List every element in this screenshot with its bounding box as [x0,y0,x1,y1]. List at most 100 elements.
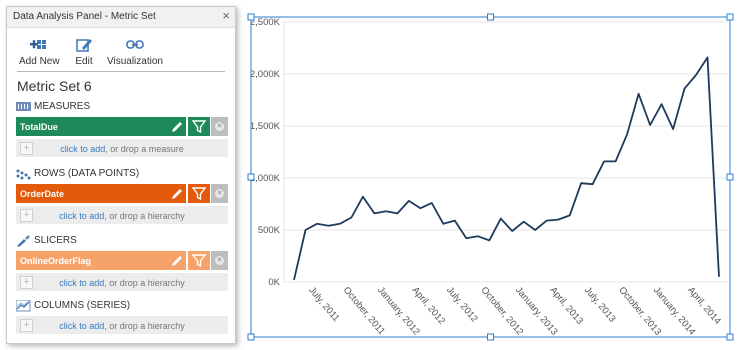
edit-icon [76,39,92,52]
data-point[interactable] [579,181,583,185]
data-point[interactable] [637,92,641,96]
pencil-icon[interactable] [170,187,184,201]
click-to-add-link[interactable]: click to add [59,321,104,331]
data-point[interactable] [568,213,572,217]
data-point[interactable] [660,102,664,106]
remove-chip-button[interactable]: ✕ [211,184,228,203]
row-chip-body[interactable]: OrderDate [16,184,186,203]
click-to-add-link[interactable]: click to add [59,278,104,288]
measures-section: MEASURES TotalDue ✕ + click to add, or d… [16,100,228,157]
data-point[interactable] [694,73,698,77]
drop-hint: , or drop a hierarchy [104,211,185,221]
resize-handle[interactable] [247,13,255,21]
edit-label: Edit [75,56,93,67]
filter-icon[interactable] [188,184,210,203]
data-point[interactable] [510,229,514,233]
click-to-add-link[interactable]: click to add [60,144,105,154]
measure-chip-totaldue[interactable]: TotalDue ✕ [16,117,228,136]
close-icon[interactable]: × [222,9,230,23]
data-point[interactable] [407,199,411,203]
resize-handle[interactable] [487,333,494,341]
data-point[interactable] [487,238,491,242]
data-point[interactable] [706,55,710,59]
click-to-add-link[interactable]: click to add [59,211,104,221]
remove-chip-button[interactable]: ✕ [211,251,228,270]
data-point[interactable] [499,217,503,221]
data-point[interactable] [522,220,526,224]
columns-heading: COLUMNS (SERIES) [16,299,228,313]
row-chip-orderdate[interactable]: OrderDate ✕ [16,184,228,203]
y-tick-label: 1,500K [250,121,281,132]
slicers-drop-zone[interactable]: + click to add, or drop a hierarchy [16,273,228,291]
slicers-heading-label: SLICERS [34,235,77,246]
y-tick-label: 2,000K [250,69,281,80]
slicer-chip-onlineorderflag[interactable]: OnlineOrderFlag ✕ [16,251,228,270]
data-point[interactable] [303,228,307,232]
drop-hint: , or drop a hierarchy [104,278,185,288]
data-point[interactable] [349,216,353,220]
data-point[interactable] [315,222,319,226]
data-point[interactable] [671,127,675,131]
data-point[interactable] [602,159,606,163]
series-line [293,56,720,281]
data-point[interactable] [338,222,342,226]
resize-handle[interactable] [726,13,734,21]
data-point[interactable] [430,201,434,205]
columns-section: COLUMNS (SERIES) + click to add, or drop… [16,299,228,334]
measure-chip-body[interactable]: TotalDue [16,117,186,136]
data-point[interactable] [476,234,480,238]
pencil-icon[interactable] [170,254,184,268]
measures-drop-text: click to add, or drop a measure [16,144,228,154]
resize-handle[interactable] [726,173,734,181]
visualization-label: Visualization [107,56,163,67]
resize-handle[interactable] [247,173,255,181]
add-new-icon [30,40,47,49]
remove-icon: ✕ [215,122,224,131]
remove-chip-button[interactable]: ✕ [211,117,228,136]
resize-handle[interactable] [487,13,494,21]
data-point[interactable] [533,228,537,232]
columns-drop-zone[interactable]: + click to add, or drop a hierarchy [16,316,228,334]
y-tick-label: 0K [268,277,280,288]
visualization-button[interactable]: Visualization [107,36,163,67]
data-point[interactable] [361,195,365,199]
filter-icon[interactable] [188,117,210,136]
toolbar-divider [17,71,225,72]
measure-chip-label: TotalDue [20,122,58,132]
drop-hint: , or drop a measure [105,144,184,154]
data-point[interactable] [648,123,652,127]
data-point[interactable] [625,132,629,136]
data-point[interactable] [453,219,457,223]
resize-handle[interactable] [247,333,255,341]
data-point[interactable] [395,211,399,215]
slicers-section: SLICERS OnlineOrderFlag ✕ + click to add… [16,234,228,291]
panel-header[interactable]: Data Analysis Panel - Metric Set × [7,7,235,28]
filter-icon[interactable] [188,251,210,270]
data-point[interactable] [545,219,549,223]
pencil-icon[interactable] [170,120,184,134]
data-point[interactable] [384,209,388,213]
x-axis-ticks: July, 2011 October, 2011January, 2012Apri… [306,285,723,338]
data-point[interactable] [683,87,687,91]
data-point[interactable] [556,218,560,222]
data-point[interactable] [326,224,330,228]
metric-set-title: Metric Set 6 [17,78,92,94]
data-point[interactable] [591,182,595,186]
chart-grid [283,21,728,283]
data-point[interactable] [441,222,445,226]
data-point[interactable] [372,211,376,215]
add-new-button[interactable]: Add New [19,36,60,67]
data-point[interactable] [464,236,468,240]
rows-drop-zone[interactable]: + click to add, or drop a hierarchy [16,206,228,224]
edit-button[interactable]: Edit [73,36,95,67]
data-point[interactable] [292,278,296,282]
data-point[interactable] [614,159,618,163]
measures-drop-zone[interactable]: + click to add, or drop a measure [16,139,228,157]
columns-icon [16,300,31,312]
resize-handle[interactable] [726,333,734,341]
data-point[interactable] [717,275,721,279]
drop-hint: , or drop a hierarchy [104,321,185,331]
slicer-chip-body[interactable]: OnlineOrderFlag [16,251,186,270]
y-axis-ticks: 0K500K1,000K1,500K2,000K2,500K [250,17,281,288]
data-point[interactable] [418,206,422,210]
